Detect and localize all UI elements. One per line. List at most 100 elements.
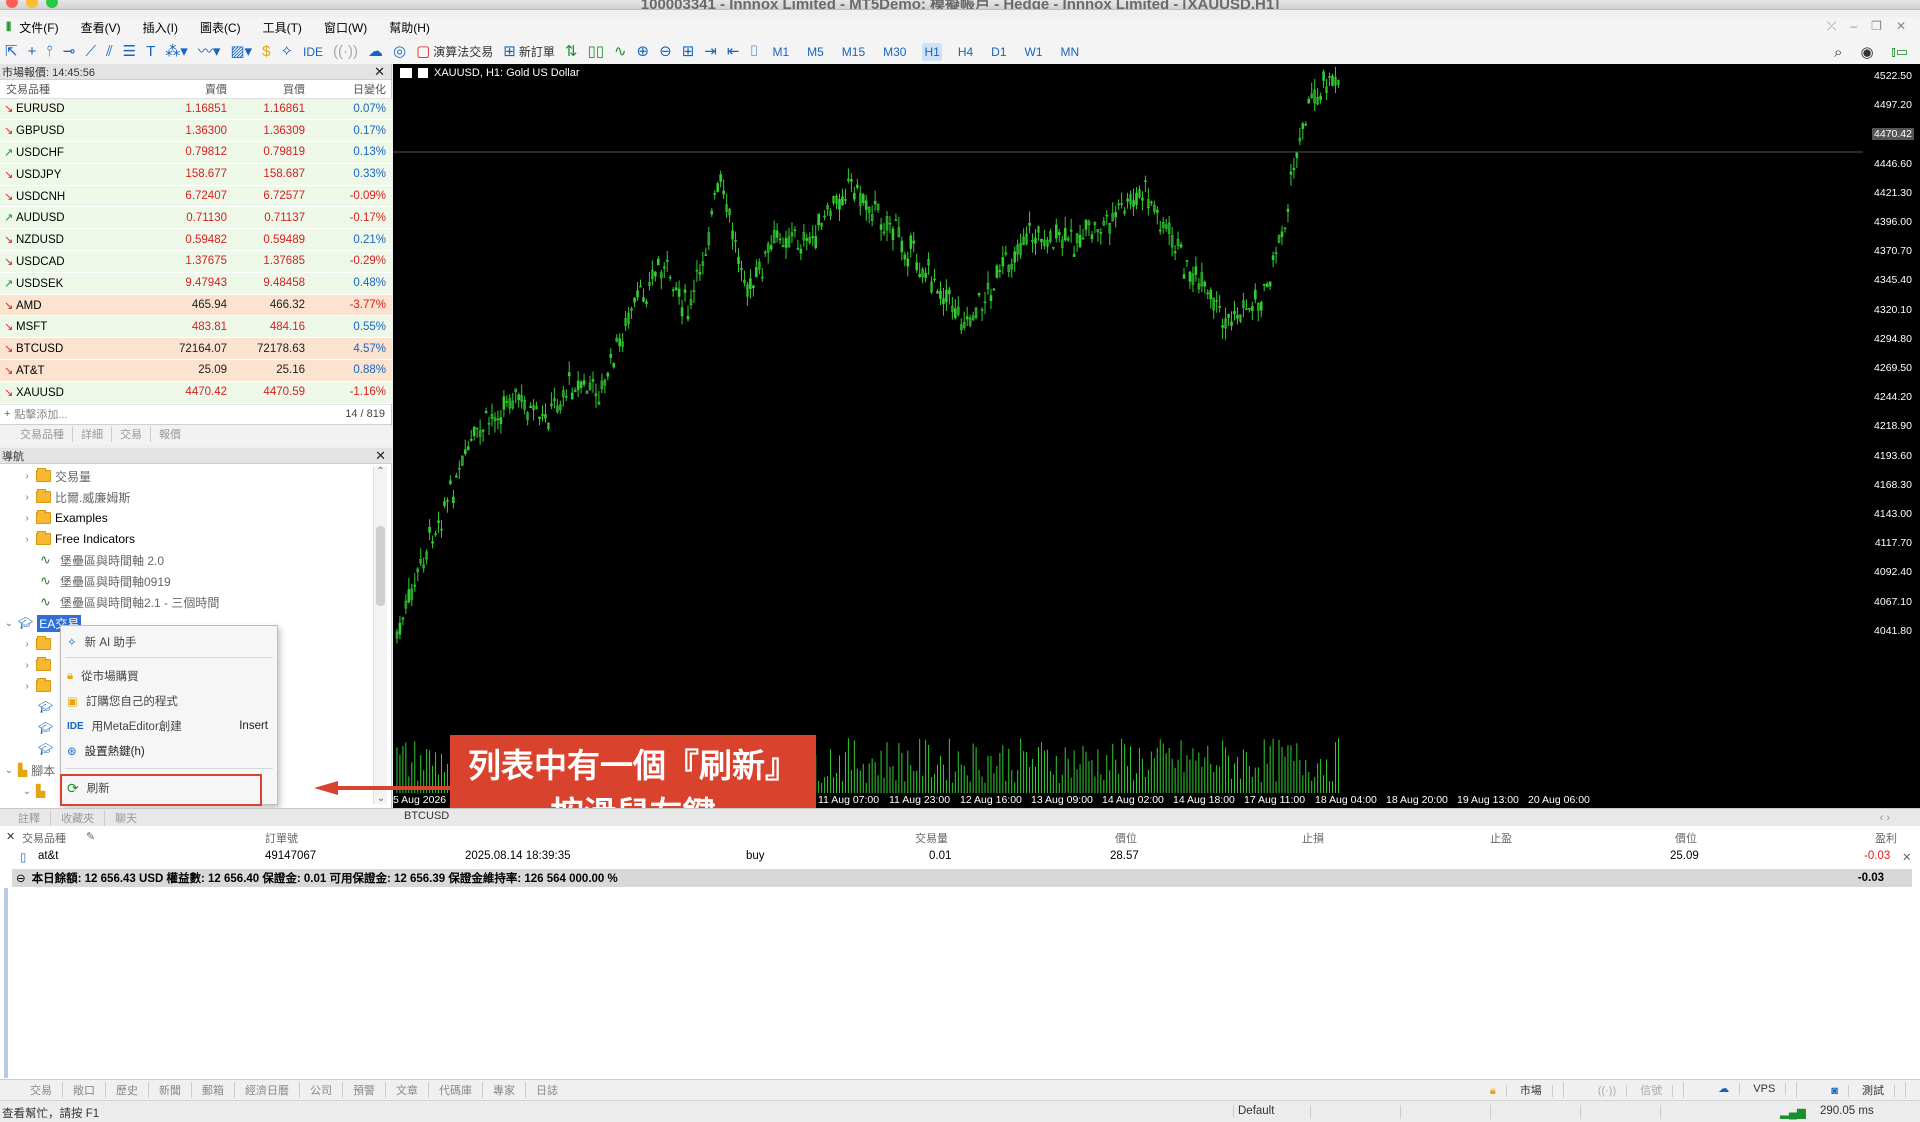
scrollbar-thumb[interactable] <box>376 526 385 606</box>
depth-button[interactable]: ⇅ <box>565 44 578 59</box>
timeframe-d1[interactable]: D1 <box>989 43 1008 61</box>
table-row[interactable]: ↘ GBPUSD 1.36300 1.36309 0.17% <box>0 119 392 143</box>
timeframe-m30[interactable]: M30 <box>881 43 908 61</box>
nav-folder-examples[interactable]: › Examples <box>22 509 108 527</box>
timeframe-w1[interactable]: W1 <box>1023 43 1045 61</box>
table-row[interactable]: ↘ USDCAD 1.37675 1.37685 -0.29% <box>0 250 392 273</box>
chevron-up-icon[interactable]: ⌃ <box>374 466 387 477</box>
cursor-tool[interactable]: ⇱ <box>5 44 18 59</box>
signals-link[interactable]: ((·)) 信號 <box>1578 1081 1685 1098</box>
table-row[interactable]: ↘ USDJPY 158.677 158.687 0.33% <box>0 163 392 186</box>
autoscroll-button[interactable]: ⇥ <box>704 44 717 59</box>
tab-exposure[interactable]: 敞口 <box>63 1081 106 1098</box>
table-row[interactable]: ▯ at&t 49147067 2025.08.14 18:39:35 buy … <box>0 850 1920 868</box>
menu-charts[interactable]: 圖表(C) <box>200 19 241 36</box>
timeframe-m15[interactable]: M15 <box>840 43 867 61</box>
nav-ea-item[interactable]: 🎓︎ <box>38 719 53 737</box>
tab-mailbox[interactable]: 郵箱 <box>192 1081 235 1098</box>
ide-button[interactable]: IDE <box>303 45 323 59</box>
market-link[interactable]: 🔒︎ 市場 <box>1470 1081 1564 1098</box>
tab-trading[interactable]: 交易 <box>112 426 151 443</box>
tester-link[interactable]: ◙ 測試 <box>1811 1081 1906 1098</box>
tab-favorites[interactable]: 收藏夾 <box>51 809 105 826</box>
add-symbol-link[interactable]: 點擊添加... <box>14 406 67 422</box>
tab-code-base[interactable]: 代碼庫 <box>429 1081 483 1098</box>
bars-button[interactable]: ▯▯ <box>587 44 604 59</box>
crosshair-tool[interactable]: + <box>28 44 37 59</box>
algo-trading-button[interactable]: ▢ 演算法交易 <box>416 43 493 60</box>
table-row[interactable]: ↘ NZDUSD 0.59482 0.59489 0.21% <box>0 228 392 252</box>
timeframe-m5[interactable]: M5 <box>805 43 826 61</box>
tab-alerts[interactable]: 預警 <box>343 1081 386 1098</box>
column-current-price[interactable]: 價位 <box>1675 830 1697 846</box>
status-profile[interactable]: Default <box>1233 1105 1274 1117</box>
table-row[interactable]: ↗ USDCHF 0.79812 0.79819 0.13% <box>0 141 392 164</box>
line-chart-button[interactable]: ∿ <box>614 44 627 59</box>
tab-scroll-arrows[interactable]: ‹ › <box>1870 812 1900 824</box>
menu-item-buy-from-market[interactable]: 🔒︎ 從市場購買 <box>67 666 272 686</box>
tab-symbols[interactable]: 交易品種 <box>12 426 73 443</box>
menu-insert[interactable]: 插入(I) <box>143 19 178 36</box>
menu-item-set-hotkey[interactable]: ⊛ 設置熱鍵(h) <box>67 741 272 761</box>
screenshot-button[interactable]: ⌷ <box>749 44 758 59</box>
close-icon[interactable]: ✕ <box>375 448 386 464</box>
close-icon[interactable]: ✕ <box>1896 19 1906 34</box>
table-row[interactable]: ↘ BTCUSD 72164.07 72178.63 4.57% <box>0 337 392 361</box>
horizontal-line-tool[interactable]: ⊸ <box>63 44 76 59</box>
search-icon[interactable]: ⌕ <box>1834 44 1842 61</box>
tile-button[interactable]: ⊞ <box>682 44 695 59</box>
vps-button[interactable]: ☁ <box>368 44 383 59</box>
column-daily-change[interactable]: 日變化 <box>311 80 392 99</box>
zoom-out-button[interactable]: ⊖ <box>659 44 672 59</box>
tab-company[interactable]: 公司 <box>300 1081 343 1098</box>
chart-type-button[interactable]: ▨▾ <box>230 44 252 59</box>
column-ask[interactable]: 買價 <box>233 80 311 99</box>
table-row[interactable]: ↗ USDSEK 9.47943 9.48458 0.48% <box>0 272 392 295</box>
ai-button[interactable]: ✧ <box>280 44 293 59</box>
tab-comments[interactable]: 註釋 <box>8 809 51 826</box>
menu-file[interactable]: 文件(F) <box>19 19 58 36</box>
nav-ea-item[interactable]: 🎓︎ <box>38 698 53 716</box>
tab-trade[interactable]: 交易 <box>20 1081 63 1098</box>
timeframe-mn[interactable]: MN <box>1059 43 1082 61</box>
menu-view[interactable]: 查看(V) <box>81 19 121 36</box>
table-row[interactable]: ↘ EURUSD 1.16851 1.16861 0.07% <box>0 98 392 121</box>
shapes-tool[interactable]: ⁂▾ <box>165 44 188 59</box>
add-symbol-icon[interactable]: + <box>4 408 10 420</box>
menu-window[interactable]: 窗口(W) <box>324 19 367 36</box>
nav-ea-subfolder[interactable]: › <box>22 635 51 653</box>
tab-chat[interactable]: 聊天 <box>105 810 147 826</box>
column-symbol[interactable]: 交易品種 <box>0 80 155 99</box>
indicator-list-button[interactable]: 〰▾ <box>198 44 221 59</box>
table-row[interactable]: ↘ XAUUSD 4470.42 4470.59 -1.16% <box>0 381 392 404</box>
tab-experts[interactable]: 專家 <box>483 1081 526 1098</box>
account-icon[interactable]: ◉ <box>1860 43 1873 61</box>
menu-item-order-program[interactable]: ▣ 訂購您自己的程式 <box>67 691 272 711</box>
timeframe-h1[interactable]: H1 <box>922 42 942 61</box>
nav-ea-item[interactable]: 🎓︎ <box>38 740 53 758</box>
menu-item-new-ai-assistant[interactable]: ✧ 新 AI 助手 <box>67 632 272 652</box>
nav-folder-bill-williams[interactable]: › 比爾.威廉姆斯 <box>22 488 130 506</box>
tab-ticks[interactable]: 報價 <box>151 426 189 442</box>
restore-icon[interactable]: ❐ <box>1871 19 1882 34</box>
table-row[interactable]: ↗ AUDUSD 0.71130 0.71137 -0.17% <box>0 206 392 230</box>
community-button[interactable]: ◎ <box>393 44 406 59</box>
tab-news[interactable]: 新聞 <box>149 1081 192 1098</box>
edit-icon[interactable]: ✎ <box>86 830 95 843</box>
menu-item-create-in-metaeditor[interactable]: IDE 用MetaEditor創建 Insert <box>67 716 272 736</box>
table-row[interactable]: ↘ AMD 465.94 466.32 -3.77% <box>0 294 392 317</box>
nav-scripts[interactable]: ⌄ ▙ 腳本 <box>4 761 55 779</box>
tab-calendar[interactable]: 經濟日曆 <box>235 1081 300 1098</box>
column-price[interactable]: 價位 <box>1115 830 1137 846</box>
text-tool[interactable]: T <box>146 44 155 59</box>
price-axis[interactable]: 4522.50 4497.20 4470.42 4446.60 4421.30 4396.… <box>1863 64 1920 808</box>
chart-menu-icon[interactable] <box>400 68 412 79</box>
menu-help[interactable]: 幫助(H) <box>389 19 430 36</box>
nav-indicator-1[interactable]: ∿ 堡壘區與時間軸 2.0 <box>40 551 164 569</box>
column-symbol[interactable]: 交易品種 <box>22 830 66 846</box>
vertical-line-tool[interactable]: ⫯ <box>46 44 53 59</box>
minimize-icon[interactable]: – <box>1850 19 1857 34</box>
close-icon[interactable]: ✕ <box>6 830 15 843</box>
timeframe-m1[interactable]: M1 <box>770 43 791 61</box>
nav-ea-subfolder[interactable]: › <box>22 677 51 695</box>
